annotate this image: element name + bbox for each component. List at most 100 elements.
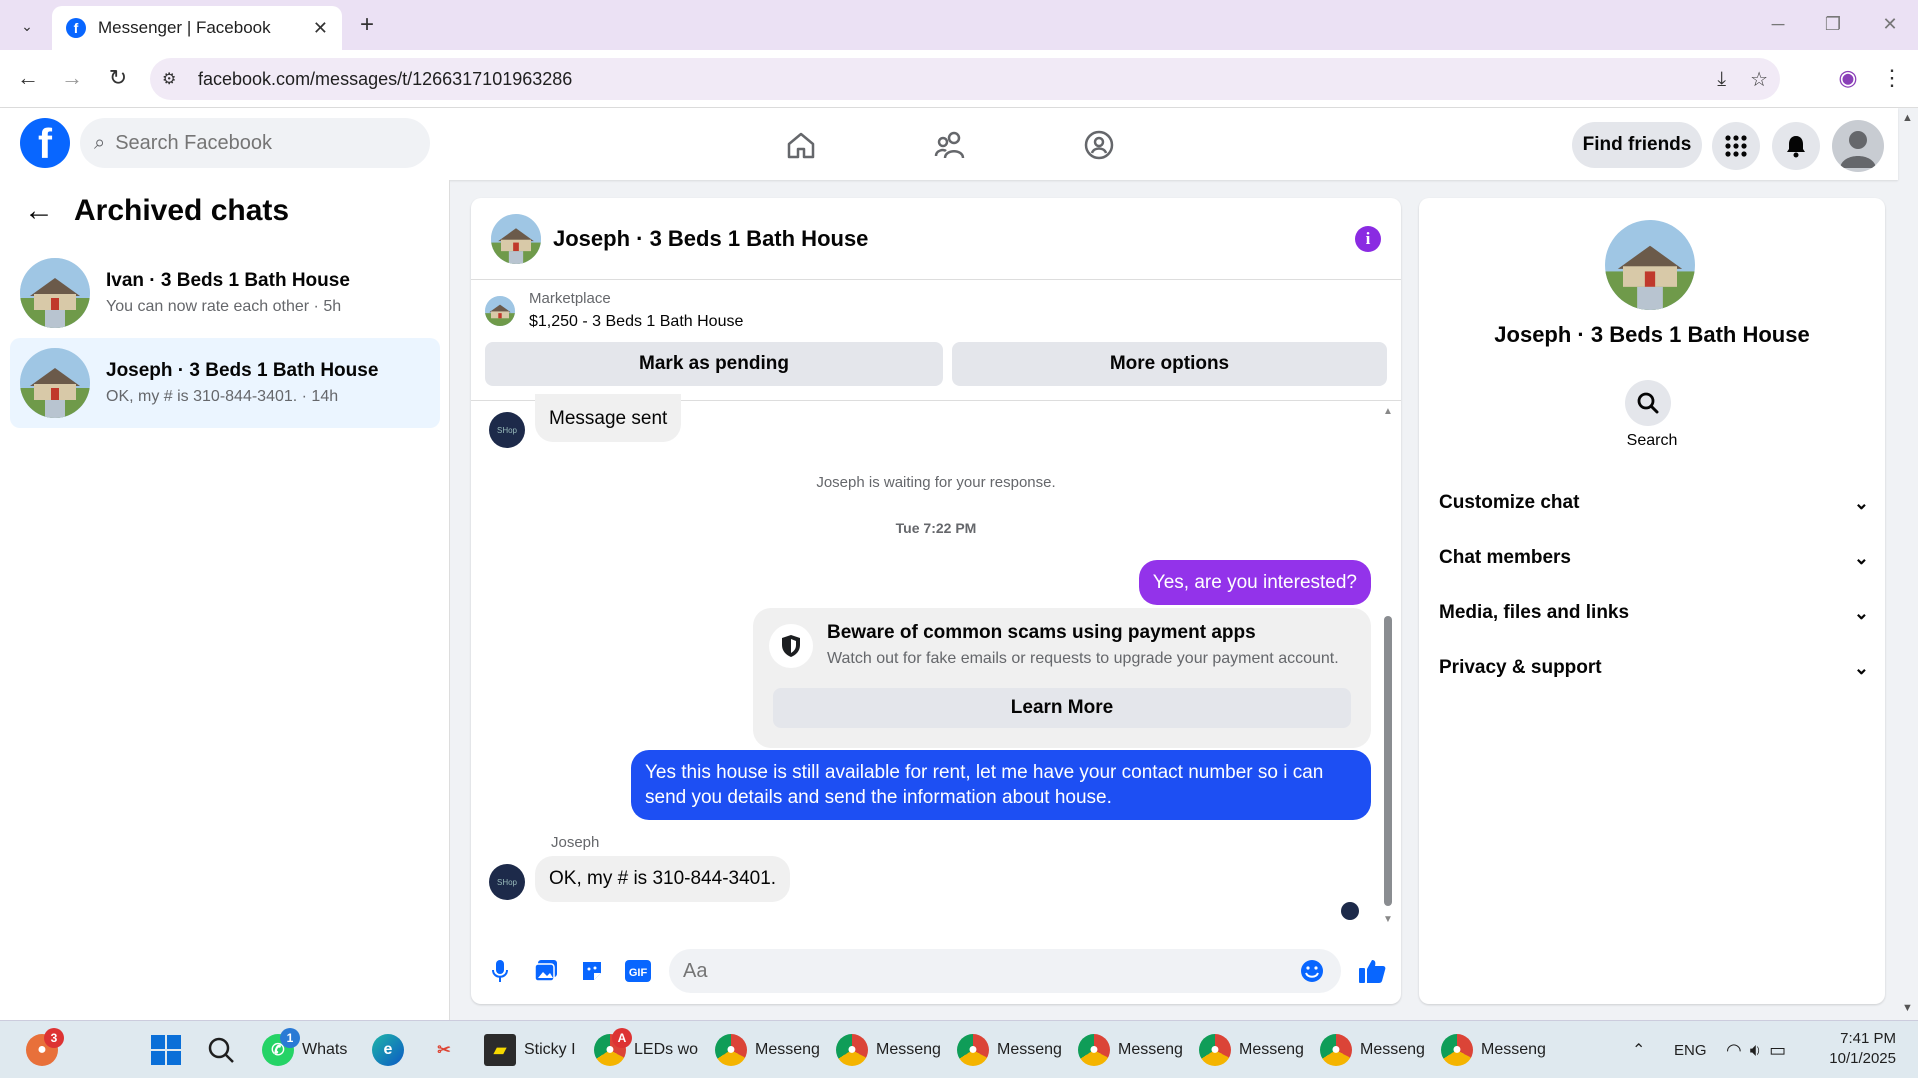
row-label: Customize chat <box>1439 492 1580 513</box>
info-icon[interactable]: i <box>1355 225 1381 252</box>
thumbs-up-icon[interactable] <box>1357 956 1387 986</box>
taskbar-clock[interactable]: 7:41 PM 10/1/2025 <box>1829 1029 1896 1069</box>
chat-item-ivan[interactable]: Ivan · 3 Beds 1 Bath House You can now r… <box>10 248 440 338</box>
customize-chat-row[interactable]: Customize chat ⌄ <box>1439 480 1869 526</box>
listing-title: $1,250 - 3 Beds 1 Bath House <box>529 313 744 330</box>
row-label: Privacy & support <box>1439 657 1602 678</box>
taskbar-app-label: Messeng <box>1481 1041 1546 1058</box>
sticker-icon[interactable] <box>577 956 607 986</box>
app-root: ⌄ f Messenger | Facebook ✕ + ─ ❐ ✕ ← → ↻… <box>0 0 1918 1078</box>
chat-profile-photo[interactable] <box>1605 220 1695 310</box>
more-options-button[interactable]: More options <box>952 342 1387 386</box>
close-window-button[interactable]: ✕ <box>1870 6 1910 42</box>
messages-scrollbar[interactable]: ▲ ▼ <box>1381 406 1395 926</box>
forward-button[interactable]: → <box>52 58 92 98</box>
omnibox[interactable]: ⚙ facebook.com/messages/t/12663171019632… <box>150 58 1780 100</box>
microphone-icon[interactable] <box>485 956 515 986</box>
taskbar-search-button[interactable] <box>206 1029 236 1071</box>
joseph-avatar[interactable]: SHop <box>489 412 525 448</box>
taskbar-app-messenger-5[interactable]: ● Messeng <box>1199 1029 1304 1071</box>
learn-more-button[interactable]: Learn More <box>773 688 1351 728</box>
chevron-down-icon: ⌄ <box>1853 492 1869 513</box>
friends-icon[interactable] <box>906 122 996 168</box>
conversation-title[interactable]: Joseph · 3 Beds 1 Bath House <box>553 226 1343 252</box>
facebook-logo-icon[interactable]: f <box>20 118 70 168</box>
joseph-avatar[interactable]: SHop <box>489 864 525 900</box>
house-thumbnail[interactable] <box>491 213 541 264</box>
page-scroll-down-icon[interactable]: ▼ <box>1902 1002 1913 1014</box>
gif-icon[interactable]: GIF <box>623 956 653 986</box>
wifi-volume-battery-icons[interactable]: ◠ 🔉︎ ▭ <box>1726 1029 1786 1071</box>
message-input-container[interactable] <box>669 949 1341 993</box>
house-thumbnail <box>20 258 90 328</box>
taskbar-app-messenger-1[interactable]: ● Messeng <box>715 1029 820 1071</box>
chat-item-joseph[interactable]: Joseph · 3 Beds 1 Bath House OK, my # is… <box>10 338 440 428</box>
scrollbar-thumb[interactable] <box>1384 616 1392 906</box>
emoji-icon[interactable] <box>1297 956 1327 986</box>
site-settings-icon[interactable]: ⚙ <box>162 69 186 89</box>
browser-menu-icon[interactable]: ⋮ <box>1872 58 1912 98</box>
minimize-button[interactable]: ─ <box>1758 6 1798 42</box>
chrome-icon: ● <box>957 1034 989 1066</box>
search-icon: ⌕ <box>94 131 106 154</box>
browser-app-icon: ● 3 <box>26 1028 64 1066</box>
chrome-icon: ● <box>1199 1034 1231 1066</box>
house-thumbnail <box>20 348 90 418</box>
tab-search-button[interactable]: ⌄ <box>12 11 42 41</box>
bookmark-star-icon[interactable]: ☆ <box>1750 67 1768 92</box>
taskbar-app-edge[interactable]: e <box>372 1029 404 1071</box>
taskbar-app-snipping[interactable]: ✂ <box>428 1029 460 1071</box>
facebook-search[interactable]: ⌕ <box>80 118 430 168</box>
search-icon <box>208 1037 234 1063</box>
taskbar-app-messenger-7[interactable]: ● Messeng <box>1441 1029 1546 1071</box>
notification-badge: 1 <box>280 1028 300 1048</box>
clock-time: 7:41 PM <box>1840 1030 1896 1047</box>
taskbar-app-firefox[interactable]: ● 3 <box>26 1028 64 1071</box>
whatsapp-icon: ✆ 1 <box>262 1028 300 1066</box>
privacy-support-row[interactable]: Privacy & support ⌄ <box>1439 645 1869 691</box>
new-tab-button[interactable]: + <box>352 10 382 40</box>
facebook-search-input[interactable] <box>115 131 396 155</box>
groups-icon[interactable] <box>1054 122 1144 168</box>
taskbar-app-messenger-3[interactable]: ● Messeng <box>957 1029 1062 1071</box>
scroll-up-icon[interactable]: ▲ <box>1383 406 1393 417</box>
marketplace-listing[interactable]: Marketplace $1,250 - 3 Beds 1 Bath House <box>485 290 743 331</box>
language-indicator[interactable]: ENG <box>1674 1029 1707 1071</box>
restore-button[interactable]: ❐ <box>1813 6 1853 42</box>
message-input[interactable] <box>683 959 1297 983</box>
taskbar-app-messenger-6[interactable]: ● Messeng <box>1320 1029 1425 1071</box>
taskbar-app-messenger-2[interactable]: ● Messeng <box>836 1029 941 1071</box>
menu-grid-icon[interactable] <box>1712 122 1760 170</box>
reload-button[interactable]: ↻ <box>98 58 138 98</box>
page-scroll-up-icon[interactable]: ▲ <box>1902 112 1913 124</box>
back-arrow-icon[interactable]: ← <box>24 194 54 228</box>
chrome-icon: ● <box>1320 1034 1352 1066</box>
taskbar-app-chrome-leds[interactable]: ● A LEDs wo <box>594 1028 698 1071</box>
back-button[interactable]: ← <box>8 58 48 98</box>
show-hidden-icons-chevron-icon[interactable]: ⌃ <box>1632 1029 1645 1071</box>
taskbar-app-whatsapp[interactable]: ✆ 1 Whats <box>262 1028 347 1071</box>
mark-as-pending-button[interactable]: Mark as pending <box>485 342 943 386</box>
photo-icon[interactable] <box>531 956 561 986</box>
install-app-icon[interactable]: ⤓ <box>1717 68 1726 91</box>
start-button[interactable] <box>150 1029 182 1071</box>
url-text[interactable]: facebook.com/messages/t/1266317101963286 <box>198 69 1693 90</box>
notifications-bell-icon[interactable] <box>1772 122 1820 170</box>
taskbar-app-sticky[interactable]: ▰ Sticky I <box>484 1029 576 1071</box>
find-friends-button[interactable]: Find friends <box>1572 122 1702 168</box>
close-tab-icon[interactable]: ✕ <box>313 18 328 39</box>
chat-preview: You can now rate each other · 5h <box>106 298 342 315</box>
search-in-conversation-button[interactable] <box>1625 380 1671 426</box>
scam-warning-title: Beware of common scams using payment app… <box>827 622 1256 643</box>
home-icon[interactable] <box>756 122 846 168</box>
scroll-down-icon[interactable]: ▼ <box>1383 914 1393 925</box>
svg-text:GIF: GIF <box>629 967 648 979</box>
media-files-links-row[interactable]: Media, files and links ⌄ <box>1439 590 1869 636</box>
taskbar-app-messenger-4[interactable]: ● Messeng <box>1078 1029 1183 1071</box>
profile-icon[interactable]: ◉ <box>1828 58 1868 98</box>
account-avatar[interactable] <box>1832 120 1884 172</box>
active-tab[interactable]: f Messenger | Facebook ✕ <box>52 6 342 50</box>
browser-tab-bar: ⌄ f Messenger | Facebook ✕ + ─ ❐ ✕ <box>0 0 1918 50</box>
windows-taskbar: ● 3 ✆ 1 Whats e ✂ ▰ Sticky I ● A LEDs wo ● … <box>0 1020 1918 1078</box>
chat-members-row[interactable]: Chat members ⌄ <box>1439 535 1869 581</box>
